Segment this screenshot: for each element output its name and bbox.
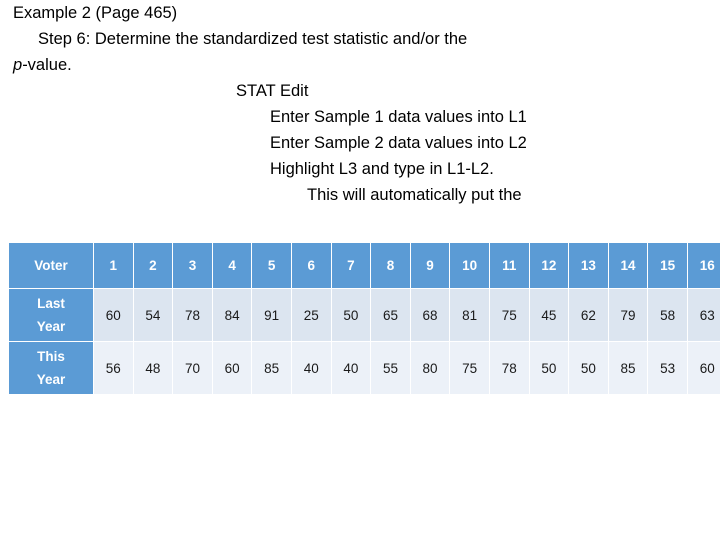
pvalue-rest: -value. [22,56,72,74]
header-cell-voter-8: 8 [371,243,410,288]
data-cell: 80 [410,342,450,394]
data-cell: 78 [489,342,529,394]
voter-data-table: Voter 1 2 3 4 5 6 7 8 9 10 11 12 13 14 15 16 Last Year 60… [8,242,720,395]
text-line-step6: Step 6: Determine the standardized test … [38,30,468,48]
header-cell-voter-11: 11 [489,243,529,288]
header-cell-voter-2: 2 [133,243,173,288]
data-cell: 75 [489,289,529,341]
data-cell: 60 [212,342,252,394]
data-cell: 91 [252,289,291,341]
row-label-line2: Year [36,372,66,387]
row-label-line1: This [37,349,65,364]
data-cell: 81 [450,289,489,341]
data-cell: 50 [331,289,371,341]
header-cell-voter-4: 4 [212,243,252,288]
data-cell: 40 [291,342,331,394]
header-cell-voter-14: 14 [608,243,648,288]
data-cell: 60 [94,289,133,341]
data-cell: 84 [212,289,252,341]
header-cell-voter-1: 1 [94,243,133,288]
data-cell: 65 [371,289,410,341]
row-label-cell: This Year [9,342,93,394]
header-cell-voter-7: 7 [331,243,371,288]
table-body: Last Year 60 54 78 84 91 25 50 65 68 81 75 45 62 79 58 63… [9,289,720,394]
header-cell-voter: Voter [9,243,93,288]
text-line-automatic: This will automatically put the [307,186,522,204]
text-line-pvalue: p-value. [0,52,720,78]
data-cell: 55 [371,342,410,394]
data-cell: 50 [569,342,608,394]
header-cell-voter-9: 9 [410,243,450,288]
text-line-highlight-l3: Highlight L3 and type in L1-L2. [270,160,494,178]
data-cell: 85 [252,342,291,394]
data-cell: 75 [450,342,489,394]
data-cell: 25 [291,289,331,341]
header-cell-voter-6: 6 [291,243,331,288]
text-line-stat-edit: STAT Edit [236,82,309,100]
data-cell: 40 [331,342,371,394]
header-cell-voter-16: 16 [687,243,720,288]
header-cell-voter-3: 3 [173,243,212,288]
row-label-line1: Last [37,296,65,311]
table-row: Last Year 60 54 78 84 91 25 50 65 68 81 75 45 62 79 58 63 [9,289,720,341]
data-cell: 45 [529,289,569,341]
p-italic: p [13,56,23,74]
text-line-title: Example 2 (Page 465) [13,4,178,22]
data-cell: 68 [410,289,450,341]
header-cell-voter-10: 10 [450,243,489,288]
table-row: This Year 56 48 70 60 85 40 40 55 80 75 78 50 50 85 53 60 [9,342,720,394]
data-cell: 79 [608,289,648,341]
data-cell: 78 [173,289,212,341]
header-cell-voter-13: 13 [569,243,608,288]
data-cell: 85 [608,342,648,394]
data-cell: 50 [529,342,569,394]
header-cell-voter-5: 5 [252,243,291,288]
text-line-enter-sample-1: Enter Sample 1 data values into L1 [270,108,527,126]
header-cell-voter-12: 12 [529,243,569,288]
data-cell: 62 [569,289,608,341]
table-head: Voter 1 2 3 4 5 6 7 8 9 10 11 12 13 14 15 16 [9,243,720,288]
data-cell: 56 [94,342,133,394]
data-cell: 70 [173,342,212,394]
slide-text-block: Example 2 (Page 465) Step 6: Determine t… [0,0,720,208]
data-cell: 63 [687,289,720,341]
data-cell: 54 [133,289,173,341]
row-label-cell: Last Year [9,289,93,341]
text-line-enter-sample-2: Enter Sample 2 data values into L2 [270,134,527,152]
data-cell: 48 [133,342,173,394]
table-header-row: Voter 1 2 3 4 5 6 7 8 9 10 11 12 13 14 15 16 [9,243,720,288]
row-label-line2: Year [36,319,66,334]
data-cell: 60 [687,342,720,394]
data-cell: 58 [648,289,687,341]
data-cell: 53 [648,342,687,394]
header-cell-voter-15: 15 [648,243,687,288]
